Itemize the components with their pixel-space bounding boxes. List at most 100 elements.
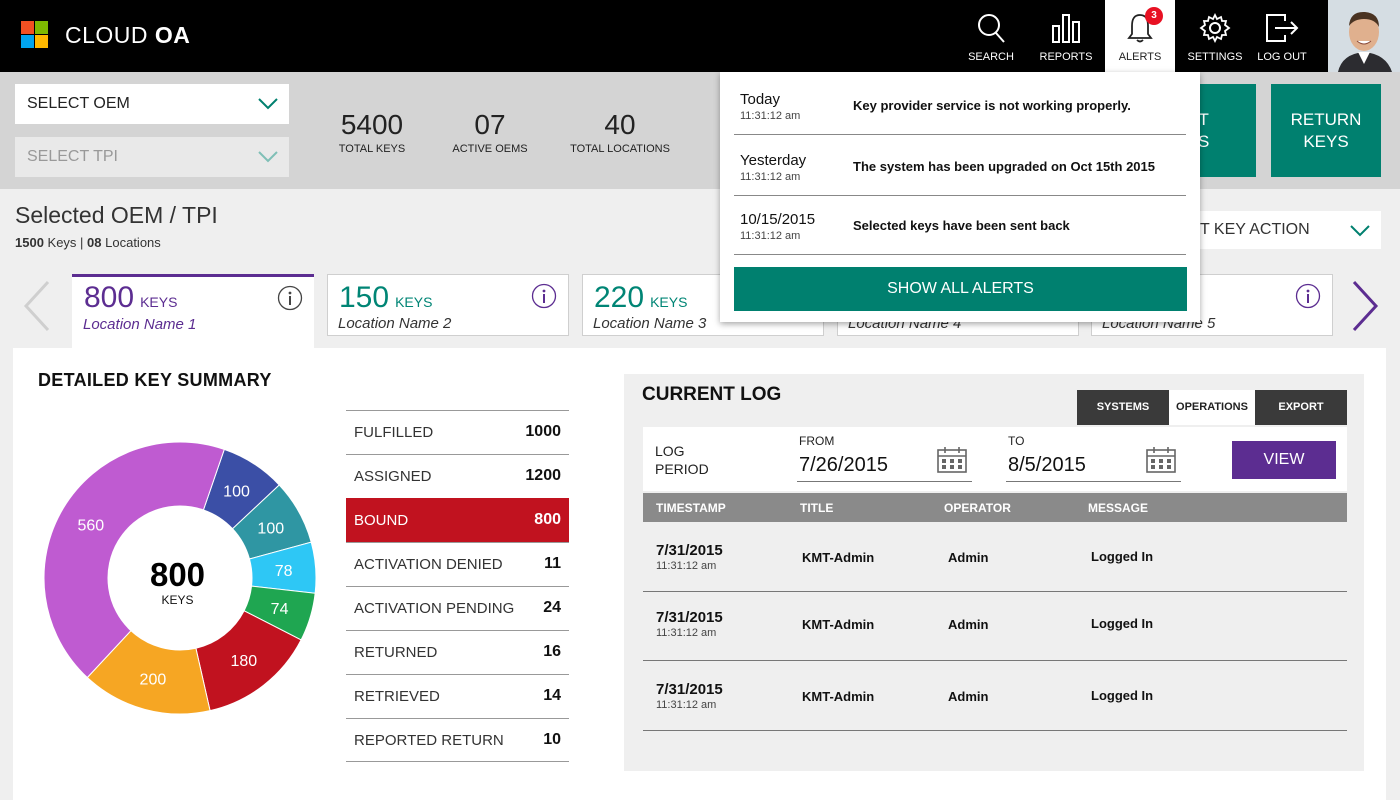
summary-row-value: 11 — [544, 555, 561, 572]
log-row-title: KMT-Admin — [802, 617, 875, 632]
summary-row-value: 10 — [543, 731, 561, 748]
log-row[interactable]: 7/31/2015 11:31:12 am KMT-Admin Admin Lo… — [643, 661, 1347, 731]
bar-chart-icon — [1052, 14, 1080, 43]
summary-row-activation-pending[interactable]: ACTIVATION PENDING 24 — [346, 586, 569, 630]
donut-segment-label: 200 — [140, 671, 167, 688]
donut-center-unit: KEYS — [161, 593, 194, 607]
chevron-down-icon — [258, 98, 278, 110]
summary-row-label: ACTIVATION DENIED — [354, 556, 503, 573]
summary-row-bound[interactable]: BOUND 800 — [346, 498, 569, 542]
carousel-prev-arrow-icon[interactable] — [22, 280, 52, 332]
log-row-operator: Admin — [948, 689, 989, 704]
location-card-1-count: 800 — [84, 281, 135, 314]
log-row-operator: Admin — [948, 550, 989, 565]
log-row[interactable]: 7/31/2015 11:31:12 am KMT-Admin Admin Lo… — [643, 592, 1347, 661]
column-message: MESSAGE — [1088, 501, 1149, 515]
tab-operations[interactable]: OPERATIONS — [1169, 390, 1255, 425]
location-card-2[interactable]: 150 KEYS Location Name 2 — [327, 274, 569, 336]
alert-item[interactable]: Today 11:31:12 am Key provider service i… — [734, 75, 1186, 135]
carousel-next-arrow-icon[interactable] — [1350, 280, 1380, 332]
column-timestamp: TIMESTAMP — [656, 501, 726, 515]
return-keys-line1: RETURN — [1290, 109, 1362, 129]
log-row-message: Logged In — [1091, 688, 1154, 703]
info-icon[interactable] — [531, 283, 557, 309]
donut-segment-label: 74 — [271, 601, 289, 618]
summary-row-reported-return[interactable]: REPORTED RETURN 10 — [346, 718, 569, 762]
app-title: CLOUD OA — [65, 22, 190, 49]
donut-segment-label: 78 — [275, 563, 293, 580]
donut-segment-label: 100 — [257, 520, 284, 537]
summary-row-assigned[interactable]: ASSIGNED 1200 — [346, 454, 569, 498]
alert-time: 11:31:12 am — [740, 110, 801, 122]
summary-row-label: RETURNED — [354, 644, 438, 661]
tab-systems[interactable]: SYSTEMS — [1077, 390, 1169, 425]
chevron-down-icon — [258, 151, 278, 163]
column-title: TITLE — [800, 501, 834, 515]
search-icon — [978, 14, 1005, 43]
show-all-alerts-button[interactable]: SHOW ALL ALERTS — [734, 267, 1187, 311]
stat-active-oems-label: ACTIVE OEMS — [452, 143, 528, 155]
alerts-badge: 3 — [1145, 7, 1163, 25]
summary-row-activation-denied[interactable]: ACTIVATION DENIED 11 — [346, 542, 569, 586]
select-tpi-label: SELECT TPI — [27, 148, 118, 165]
log-row-time: 11:31:12 am — [656, 627, 717, 639]
location-card-2-name: Location Name 2 — [338, 315, 452, 332]
log-row[interactable]: 7/31/2015 11:31:12 am KMT-Admin Admin Lo… — [643, 522, 1347, 592]
select-tpi-dropdown[interactable]: SELECT TPI — [15, 137, 289, 177]
nav-settings[interactable]: SETTINGS — [1180, 0, 1250, 72]
logout-icon — [1266, 14, 1299, 42]
alert-time: 11:31:12 am — [740, 171, 801, 183]
to-label: TO — [1008, 434, 1025, 448]
nav-alerts[interactable]: 3 ALERTS — [1105, 0, 1175, 72]
return-keys-button[interactable]: RETURN KEYS — [1271, 84, 1381, 177]
info-icon[interactable] — [277, 285, 303, 311]
alert-item[interactable]: Yesterday 11:31:12 am The system has bee… — [734, 136, 1186, 196]
location-card-2-unit: KEYS — [395, 294, 433, 310]
selected-keys-count: 1500 — [15, 235, 44, 250]
summary-row-label: REPORTED RETURN — [354, 732, 504, 749]
location-card-3-name: Location Name 3 — [593, 315, 707, 332]
user-avatar[interactable] — [1328, 0, 1400, 72]
alert-message: The system has been upgraded on Oct 15th… — [853, 159, 1155, 174]
user-photo-icon — [1328, 0, 1400, 72]
alert-time: 11:31:12 am — [740, 230, 801, 242]
alert-when: Today — [740, 91, 781, 108]
view-button[interactable]: VIEW — [1232, 441, 1336, 479]
info-icon[interactable] — [1295, 283, 1321, 309]
donut-segment-label: 180 — [230, 653, 257, 670]
location-card-2-count: 150 — [339, 281, 390, 314]
nav-reports[interactable]: REPORTS — [1031, 0, 1101, 72]
stat-total-locations: 40 TOTAL LOCATIONS — [565, 109, 675, 155]
nav-logout[interactable]: LOG OUT — [1247, 0, 1317, 72]
location-card-3-unit: KEYS — [650, 294, 688, 310]
summary-row-label: FULFILLED — [354, 424, 434, 441]
select-oem-dropdown[interactable]: SELECT OEM — [15, 84, 289, 124]
tab-export[interactable]: EXPORT — [1255, 390, 1347, 425]
microsoft-logo-icon — [21, 21, 48, 48]
calendar-icon[interactable] — [936, 446, 968, 474]
location-card-1[interactable]: 800 KEYS Location Name 1 — [72, 274, 314, 348]
alert-item[interactable]: 10/15/2015 11:31:12 am Selected keys hav… — [734, 195, 1186, 255]
location-card-3-value: 220 KEYS — [594, 281, 687, 319]
selected-oem-subtitle: 1500 Keys | 08 Locations — [15, 235, 161, 250]
calendar-icon[interactable] — [1145, 446, 1177, 474]
stat-total-locations-label: TOTAL LOCATIONS — [570, 143, 670, 155]
from-label: FROM — [799, 434, 835, 448]
log-row-date: 7/31/2015 — [656, 609, 723, 626]
summary-row-label: ACTIVATION PENDING — [354, 600, 515, 617]
nav-search[interactable]: SEARCH — [956, 0, 1026, 72]
return-keys-line2: KEYS — [1303, 131, 1349, 151]
summary-row-value: 16 — [543, 643, 561, 660]
location-card-1-name: Location Name 1 — [83, 316, 197, 333]
summary-row-retrieved[interactable]: RETRIEVED 14 — [346, 674, 569, 718]
summary-row-returned[interactable]: RETURNED 16 — [346, 630, 569, 674]
selected-keys-word: Keys — [43, 235, 77, 250]
log-row-date: 7/31/2015 — [656, 542, 723, 559]
stat-active-oems-value: 07 — [474, 109, 506, 140]
location-card-2-value: 150 KEYS — [339, 281, 432, 319]
key-action-dropdown[interactable]: T KEY ACTION — [1170, 211, 1381, 249]
summary-row-fulfilled[interactable]: FULFILLED 1000 — [346, 410, 569, 454]
donut-center-label: 800 KEYS — [120, 557, 235, 608]
app-title-bold: OA — [154, 22, 191, 48]
summary-row-label: ASSIGNED — [354, 468, 432, 485]
